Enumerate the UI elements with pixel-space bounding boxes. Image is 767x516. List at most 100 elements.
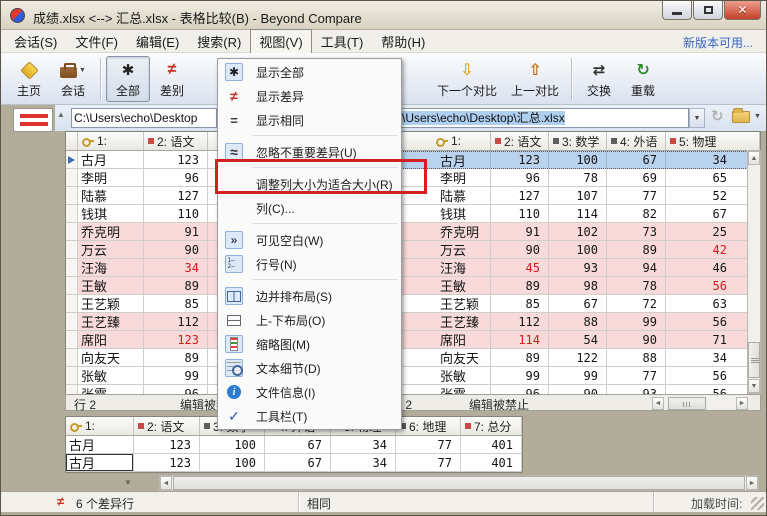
toolbar-button[interactable]: ≠ 差别 — [150, 56, 194, 102]
browse-folder-dropdown-icon[interactable]: ▼ — [754, 113, 761, 120]
value-cell[interactable]: 85 — [144, 295, 208, 312]
value-cell[interactable]: 25 — [666, 223, 760, 240]
minimize-button[interactable] — [662, 1, 692, 20]
value-cell[interactable]: 112 — [491, 313, 549, 330]
name-cell[interactable]: 王艺颖 — [78, 295, 144, 312]
vertical-scrollbar-thumb[interactable] — [748, 342, 760, 378]
value-cell[interactable]: 96 — [144, 169, 208, 186]
detail-horizontal-scrollbar[interactable]: ◄ ► — [159, 475, 759, 491]
value-cell[interactable]: 89 — [144, 277, 208, 294]
name-cell[interactable]: 王敏 — [388, 277, 491, 294]
value-cell[interactable]: 67 — [607, 152, 666, 168]
table-row[interactable]: 王敏 89 98 78 56 — [388, 277, 760, 295]
table-row[interactable]: 席阳 114 54 90 71 — [388, 331, 760, 349]
scroll-right-icon[interactable]: ► — [746, 476, 758, 490]
name-cell[interactable]: 钱琪 — [78, 205, 144, 222]
menu-item[interactable]: ✓ 工具栏(T) — [218, 404, 401, 428]
toolbar-button[interactable]: ⇩ 下一个对比 — [430, 56, 504, 102]
value-cell[interactable]: 54 — [549, 331, 607, 348]
value-cell[interactable]: 56 — [666, 277, 760, 294]
value-cell[interactable]: 123 — [491, 152, 549, 168]
value-cell[interactable]: 88 — [549, 313, 607, 330]
value-cell[interactable]: 127 — [491, 187, 549, 204]
name-cell[interactable]: 万云 — [388, 241, 491, 258]
value-cell[interactable]: 93 — [549, 259, 607, 276]
table-row[interactable]: 古月 123 100 67 34 77 401 — [66, 436, 522, 454]
column-header[interactable]: 1: — [78, 132, 144, 150]
name-cell[interactable]: 席阳 — [78, 331, 144, 348]
value-cell[interactable]: 67 — [265, 454, 331, 471]
value-cell[interactable]: 89 — [607, 241, 666, 258]
name-cell[interactable]: 古月 — [66, 454, 134, 471]
value-cell[interactable]: 89 — [491, 349, 549, 366]
table-row[interactable]: 乔克明 91 102 73 25 — [388, 223, 760, 241]
value-cell[interactable]: 90 — [607, 331, 666, 348]
value-cell[interactable]: 63 — [666, 295, 760, 312]
value-cell[interactable]: 72 — [607, 295, 666, 312]
column-header[interactable]: 2: 语文 — [491, 132, 549, 150]
toolbar-button[interactable]: ⇧ 上一对比 — [504, 56, 566, 102]
value-cell[interactable]: 34 — [331, 436, 396, 453]
value-cell[interactable]: 99 — [144, 367, 208, 384]
value-cell[interactable]: 67 — [549, 295, 607, 312]
menubar-item[interactable]: 搜索(R) — [188, 29, 250, 54]
horizontal-scrollbar-thumb[interactable] — [173, 476, 745, 490]
browse-folder-icon[interactable] — [732, 108, 750, 123]
value-cell[interactable]: 67 — [265, 436, 331, 453]
value-cell[interactable]: 112 — [144, 313, 208, 330]
value-cell[interactable]: 100 — [549, 152, 607, 168]
name-cell[interactable]: 乔克明 — [78, 223, 144, 240]
menubar-item[interactable]: 视图(V) — [250, 28, 312, 54]
name-cell[interactable]: 万云 — [78, 241, 144, 258]
scroll-left-icon[interactable]: ◄ — [160, 476, 172, 490]
value-cell[interactable]: 401 — [461, 436, 522, 453]
value-cell[interactable]: 102 — [549, 223, 607, 240]
value-cell[interactable]: 56 — [666, 313, 760, 330]
name-cell[interactable]: 古月 — [66, 436, 134, 453]
name-cell[interactable]: 向友天 — [388, 349, 491, 366]
menubar-item[interactable]: 编辑(E) — [127, 29, 188, 54]
table-row[interactable]: 李明 96 78 69 65 — [388, 169, 760, 187]
value-cell[interactable]: 107 — [549, 187, 607, 204]
menu-item[interactable]: i 文件信息(I) — [218, 380, 401, 404]
table-row[interactable]: 向友天 89 122 88 34 — [388, 349, 760, 367]
name-cell[interactable]: 王艺臻 — [78, 313, 144, 330]
table-row[interactable]: 古月 123 100 67 34 77 401 — [66, 454, 522, 472]
toolbar-button[interactable]: ⇄ 交换 — [577, 56, 621, 102]
value-cell[interactable]: 90 — [144, 241, 208, 258]
value-cell[interactable]: 114 — [549, 205, 607, 222]
value-cell[interactable]: 77 — [396, 436, 461, 453]
name-cell[interactable]: 钱琪 — [388, 205, 491, 222]
value-cell[interactable]: 123 — [144, 331, 208, 348]
value-cell[interactable]: 100 — [200, 454, 265, 471]
value-cell[interactable]: 85 — [491, 295, 549, 312]
value-cell[interactable]: 34 — [666, 152, 760, 168]
horizontal-scrollbar-thumb[interactable] — [668, 397, 706, 410]
menubar-item[interactable]: 会话(S) — [5, 29, 66, 54]
value-cell[interactable]: 56 — [666, 367, 760, 384]
value-cell[interactable]: 52 — [666, 187, 760, 204]
value-cell[interactable]: 123 — [144, 151, 208, 168]
value-cell[interactable]: 100 — [200, 436, 265, 453]
collapse-down-icon[interactable]: ▼ — [124, 478, 132, 487]
name-cell[interactable]: 王艺颖 — [388, 295, 491, 312]
collapse-up-icon[interactable]: ▲ — [57, 110, 65, 119]
left-path-input[interactable]: C:\Users\echo\Desktop — [71, 108, 217, 128]
menubar-item[interactable]: 文件(F) — [66, 29, 127, 54]
value-cell[interactable]: 99 — [549, 367, 607, 384]
value-cell[interactable]: 78 — [607, 277, 666, 294]
value-cell[interactable]: 77 — [607, 367, 666, 384]
value-cell[interactable]: 90 — [491, 241, 549, 258]
value-cell[interactable]: 110 — [144, 205, 208, 222]
value-cell[interactable]: 89 — [144, 349, 208, 366]
value-cell[interactable]: 99 — [607, 313, 666, 330]
value-cell[interactable]: 123 — [134, 436, 200, 453]
name-cell[interactable]: 张敏 — [388, 367, 491, 384]
menu-item[interactable]: 列(C)... — [218, 196, 401, 220]
menubar-item[interactable]: 帮助(H) — [372, 29, 434, 54]
toolbar-button[interactable]: ↻ 重载 — [621, 56, 665, 102]
table-row[interactable]: 张敏 99 99 77 56 — [388, 367, 760, 385]
close-button[interactable]: ✕ — [724, 1, 761, 20]
new-version-link[interactable]: 新版本可用... — [683, 34, 753, 51]
value-cell[interactable]: 122 — [549, 349, 607, 366]
